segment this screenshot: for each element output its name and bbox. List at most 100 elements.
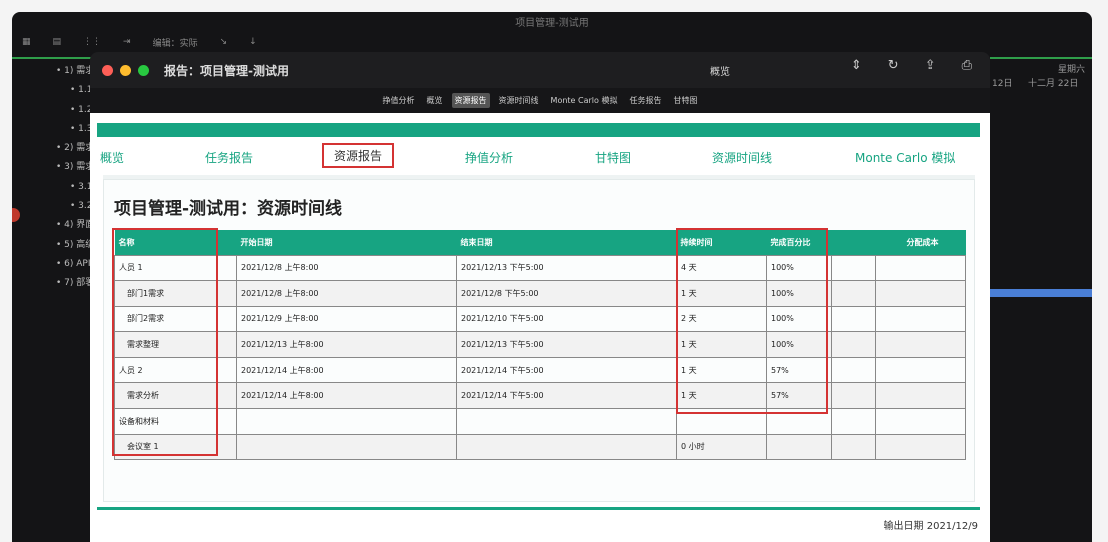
cell-cost <box>875 280 966 307</box>
cell-end: 2021/12/13 下午5:00 <box>456 254 677 282</box>
cell-duration: 0 小时 <box>676 433 767 461</box>
toolbar-tab[interactable]: 甘特图 <box>670 93 700 108</box>
report-panel: 项目管理-测试用：资源时间线 名称 开始日期 结束日期 持续时间 完成百分比 分… <box>103 175 975 502</box>
highlight-box <box>676 228 828 414</box>
cell-end: 2021/12/13 下午5:00 <box>456 331 677 358</box>
nav-link[interactable]: 任务报告 <box>205 149 253 166</box>
cell-blank <box>831 254 876 282</box>
maximize-button[interactable] <box>138 64 149 76</box>
cell-end <box>456 408 677 435</box>
outline-item[interactable]: • 3.1) <box>12 178 92 197</box>
table-row: 会议室 10 小时 <box>114 433 966 461</box>
report-tab-bar: 挣值分析 概览 资源报告 资源时间线 Monte Carlo 模拟 任务报告 甘特图 <box>90 88 990 113</box>
cell-end: 2021/12/8 下午5:00 <box>456 280 677 307</box>
cell-start: 2021/12/9 上午8:00 <box>236 305 457 333</box>
cell-blank <box>831 408 876 435</box>
nav-link[interactable]: Monte Carlo 模拟 <box>855 149 955 166</box>
cell-cost <box>875 356 966 384</box>
close-button[interactable] <box>102 64 113 76</box>
table-row: 部门1需求 2021/12/8 上午8:00 2021/12/8 下午5:00 1 天… <box>114 280 966 307</box>
cell-start <box>236 408 457 435</box>
cell-cost <box>875 382 966 410</box>
cell-blank <box>831 433 876 461</box>
down-icon[interactable]: ↓ <box>249 37 257 47</box>
window-title: 报告：项目管理-测试用 <box>164 63 289 78</box>
toolbar-tab[interactable]: 资源时间线 <box>496 93 542 108</box>
share-icon[interactable]: ⇪ <box>925 58 936 73</box>
toolbar-tab[interactable]: Monte Carlo 模拟 <box>548 93 621 108</box>
toolbar-tab[interactable]: 任务报告 <box>626 93 664 108</box>
cell-cost <box>875 331 966 358</box>
link-icon[interactable]: ↘ <box>220 37 228 47</box>
divider <box>12 57 92 59</box>
page-title: 项目管理-测试用：资源时间线 <box>114 199 343 219</box>
outline-item[interactable]: • 1.3) <box>12 120 92 139</box>
cell-start <box>236 433 457 461</box>
cell-cost <box>875 305 966 333</box>
outline-item[interactable]: • 1.1) <box>12 81 92 100</box>
cell-end: 2021/12/14 下午5:00 <box>456 382 677 410</box>
nav-link[interactable]: 概览 <box>100 149 124 166</box>
stepper-icon[interactable]: ⇕ <box>851 58 862 73</box>
resource-table: 名称 开始日期 结束日期 持续时间 完成百分比 分配成本 人员 1 2021/12… <box>114 230 966 461</box>
cell-start: 2021/12/14 上午8:00 <box>236 356 457 384</box>
cell-blank <box>831 331 876 358</box>
nav-link[interactable]: 甘特图 <box>595 149 631 166</box>
report-window: 报告：项目管理-测试用 概览 ⇕ ↻ ⇪ ⎙ 挣值分析 概览 资源报告 资源时间线 Mo… <box>90 52 990 542</box>
table-row: 设备和材料 <box>114 408 966 435</box>
col-end: 结束日期 <box>456 230 677 255</box>
refresh-icon[interactable]: ↻ <box>888 58 899 73</box>
table-row: 需求分析 2021/12/14 上午8:00 2021/12/14 下午5:00 1 … <box>114 382 966 410</box>
outline-item[interactable]: • 6) API <box>12 255 92 274</box>
gantt-bar[interactable] <box>990 289 1092 297</box>
cell-blank <box>831 356 876 384</box>
divider <box>990 57 1092 59</box>
toolbar-tab[interactable]: 资源报告 <box>451 93 490 108</box>
outline-item[interactable]: • 1) 需求 <box>12 62 92 81</box>
highlight-box <box>112 228 218 456</box>
background-toolbar: ▦ ▤ ⋮⋮ ⇥ 编辑：实际 ↘ ↓ <box>22 32 1082 52</box>
minimize-button[interactable] <box>120 64 131 76</box>
cell-percent <box>766 433 832 461</box>
outline-sidebar: • 1) 需求• 1.1)• 1.2)• 1.3)• 2) 需求• 3) 需求•… <box>12 62 92 542</box>
footer-divider <box>97 507 980 510</box>
background-app-title: 项目管理-测试用 <box>515 18 589 29</box>
title-bar: 报告：项目管理-测试用 概览 ⇕ ↻ ⇪ ⎙ <box>90 52 990 88</box>
outline-item[interactable]: • 2) 需求 <box>12 139 92 158</box>
outline-item[interactable]: • 5) 高级 <box>12 236 92 255</box>
cell-end: 2021/12/14 下午5:00 <box>456 356 677 384</box>
cell-blank <box>831 305 876 333</box>
cell-start: 2021/12/8 上午8:00 <box>236 254 457 282</box>
export-date: 输出日期 2021/12/9 <box>883 521 978 532</box>
nav-link[interactable]: 资源报告 <box>322 143 395 168</box>
list-icon[interactable]: ▤ <box>53 37 62 47</box>
toolbar-tab[interactable]: 概览 <box>424 93 446 108</box>
date-header: 十二月 22日 <box>1028 79 1079 89</box>
cell-cost <box>875 254 966 282</box>
cell-start: 2021/12/8 上午8:00 <box>236 280 457 307</box>
cell-cost <box>875 433 966 461</box>
outline-item[interactable]: • 4) 界面 <box>12 216 92 235</box>
cell-start: 2021/12/13 上午8:00 <box>236 331 457 358</box>
indent-icon[interactable]: ⇥ <box>123 37 131 47</box>
report-nav: 概览 任务报告 资源报告 挣值分析 甘特图 资源时间线 Monte Carlo 模拟 <box>90 143 990 173</box>
view-icon[interactable]: ▦ <box>22 37 31 47</box>
outline-item[interactable]: • 1.2) <box>12 101 92 120</box>
grid-icon[interactable]: ⋮⋮ <box>83 37 101 47</box>
outline-item[interactable]: • 3) 需求 <box>12 158 92 177</box>
cell-end <box>456 433 677 461</box>
outline-item[interactable]: • 7) 部署 <box>12 274 92 293</box>
nav-link[interactable]: 挣值分析 <box>465 149 513 166</box>
date-header: 12日 <box>992 79 1013 89</box>
col-cost: 分配成本 <box>875 230 966 255</box>
report-selector[interactable]: 概览 <box>710 63 730 78</box>
toolbar-tab[interactable]: 挣值分析 <box>380 93 418 108</box>
report-content: 概览 任务报告 资源报告 挣值分析 甘特图 资源时间线 Monte Carlo 模拟 项目管… <box>90 113 990 542</box>
outline-item[interactable]: • 3.2) <box>12 197 92 216</box>
col-start: 开始日期 <box>236 230 457 255</box>
edit-mode-label[interactable]: 编辑：实际 <box>153 36 198 49</box>
print-icon[interactable]: ⎙ <box>962 58 972 73</box>
cell-blank <box>831 382 876 410</box>
header-bar <box>97 123 980 137</box>
nav-link[interactable]: 资源时间线 <box>712 149 772 166</box>
